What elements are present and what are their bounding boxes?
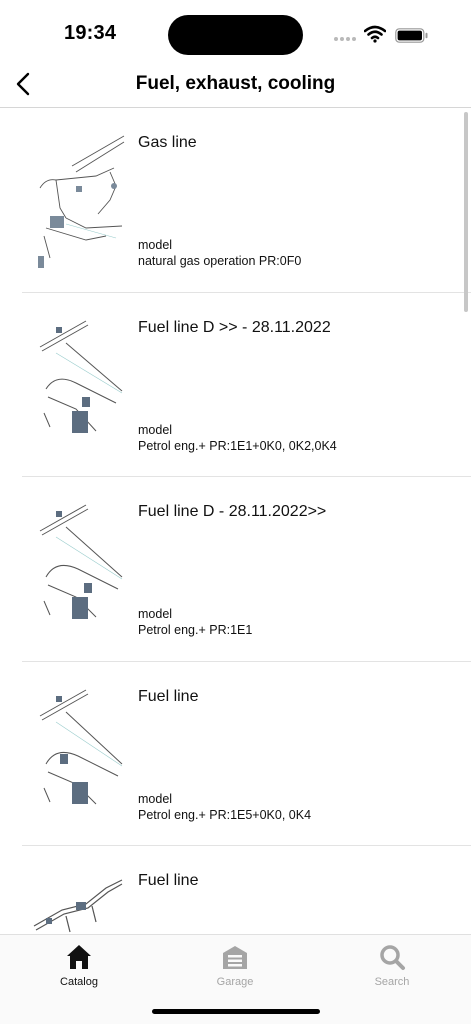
gas-line-diagram-image bbox=[38, 135, 125, 268]
navigation-bar: Fuel, exhaust, cooling bbox=[0, 62, 471, 108]
fuel-line-diagram-image bbox=[39, 320, 123, 433]
item-model-label: model bbox=[138, 607, 173, 621]
item-model-label: model bbox=[138, 422, 173, 437]
battery-icon bbox=[395, 28, 428, 43]
home-icon bbox=[67, 945, 91, 969]
item-title: Fuel line bbox=[138, 687, 199, 705]
status-bar: 19:34 bbox=[0, 0, 471, 62]
item-detail: natural gas operation PR:0F0 bbox=[138, 254, 302, 268]
tab-catalog[interactable]: Catalog bbox=[24, 943, 134, 988]
item-title: Fuel line bbox=[138, 872, 199, 889]
list-item[interactable]: Fuel line bbox=[22, 846, 471, 934]
page-title: Fuel, exhaust, cooling bbox=[135, 73, 336, 94]
item-model-label: model bbox=[138, 238, 173, 252]
parts-list[interactable]: Gas line model natural gas operation PR:… bbox=[0, 108, 471, 934]
item-title: Gas line bbox=[138, 134, 197, 151]
dynamic-island bbox=[168, 15, 303, 55]
garage-icon bbox=[223, 946, 247, 969]
fuel-line-diagram-image bbox=[33, 879, 123, 933]
item-detail: Petrol eng.+ PR:1E5+0K0, 0K4 bbox=[138, 807, 312, 822]
tab-garage-label: Garage bbox=[216, 976, 254, 988]
list-item[interactable]: Fuel line D >> - 28.11.2022 model Petrol… bbox=[22, 293, 471, 477]
scrollbar[interactable] bbox=[464, 112, 468, 312]
wifi-icon bbox=[364, 25, 386, 43]
search-icon bbox=[380, 945, 405, 970]
item-title: Fuel line D - 28.11.2022>> bbox=[138, 503, 327, 520]
tab-search[interactable]: Search bbox=[337, 943, 447, 988]
list-item[interactable]: Fuel line model Petrol eng.+ PR:1E5+0K0,… bbox=[22, 662, 471, 846]
list-item[interactable]: Fuel line D - 28.11.2022>> model Petrol … bbox=[22, 477, 471, 662]
status-time: 19:34 bbox=[64, 22, 117, 44]
fuel-line-diagram-image bbox=[39, 689, 123, 804]
home-indicator bbox=[152, 1009, 320, 1014]
list-item[interactable]: Gas line model natural gas operation PR:… bbox=[22, 108, 471, 293]
item-detail: Petrol eng.+ PR:1E1 bbox=[138, 623, 253, 637]
cellular-signal-icon bbox=[334, 37, 356, 41]
item-model-label: model bbox=[138, 791, 173, 806]
fuel-line-diagram-image bbox=[39, 504, 123, 619]
tab-garage[interactable]: Garage bbox=[180, 943, 290, 988]
item-detail: Petrol eng.+ PR:1E1+0K0, 0K2,0K4 bbox=[138, 438, 337, 453]
tab-search-label: Search bbox=[374, 976, 410, 988]
item-title: Fuel line D >> - 28.11.2022 bbox=[138, 318, 331, 336]
tab-catalog-label: Catalog bbox=[60, 976, 98, 988]
